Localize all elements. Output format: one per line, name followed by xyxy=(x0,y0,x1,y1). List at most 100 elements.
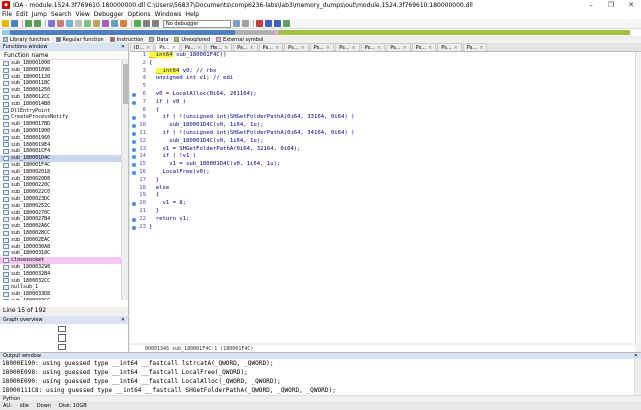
step-over-icon[interactable] xyxy=(274,20,281,27)
view-tab[interactable]: Ps... × xyxy=(233,43,258,51)
tab-close-icon[interactable]: × xyxy=(146,44,150,52)
code-line[interactable]: 17 } xyxy=(130,177,635,185)
code-line[interactable]: 11 if ( !(unsigned int)SHGetFolderPathA(… xyxy=(130,130,635,138)
code-line[interactable]: 6 v0 = LocalAlloc(0i64, 261164); xyxy=(130,91,635,99)
pause-icon[interactable] xyxy=(143,20,150,27)
search-text-icon[interactable] xyxy=(57,20,64,27)
code-line[interactable]: 20 v1 = 8; xyxy=(130,200,635,208)
code-line[interactable]: 23} xyxy=(130,224,635,232)
code-line[interactable]: 22 return v1; xyxy=(130,216,635,224)
tab-close-icon[interactable]: × xyxy=(197,44,201,52)
function-list-item[interactable]: sub_1800032B4 xyxy=(0,271,121,278)
function-list-item[interactable]: sub_180001900 xyxy=(0,128,121,135)
function-list-item[interactable]: nullsub_1 xyxy=(0,284,121,291)
navigation-band[interactable] xyxy=(0,29,641,36)
function-list-item[interactable]: sub_180001120 xyxy=(0,74,121,81)
view-tab[interactable]: Ps... × xyxy=(335,43,360,51)
function-list-item[interactable]: sub_18000252C xyxy=(0,203,121,210)
graph-overview-canvas[interactable] xyxy=(0,324,128,352)
code-line[interactable]: 7 if ( v0 ) xyxy=(130,99,635,107)
tab-close-icon[interactable]: × xyxy=(172,44,176,52)
function-list-item[interactable]: sub_180002BCC xyxy=(0,230,121,237)
function-list-item[interactable]: sub_1800027B4 xyxy=(0,216,121,223)
close-panel-icon[interactable]: ✕ xyxy=(121,316,128,324)
function-list-item[interactable]: sub_180002018 xyxy=(0,169,121,176)
function-list-item[interactable]: sub_1800014B8 xyxy=(0,101,121,108)
menu-debugger[interactable]: Debugger xyxy=(94,11,124,18)
graph-icon[interactable] xyxy=(120,20,127,27)
tab-close-icon[interactable]: × xyxy=(224,44,228,52)
function-list-item[interactable]: sub_180001D4C xyxy=(0,155,121,162)
view-tab[interactable]: Ps... × xyxy=(411,43,437,52)
code-line[interactable]: 14 if ( !v1 ) xyxy=(130,153,635,161)
view-tab[interactable]: Ps... × xyxy=(180,43,206,52)
enum-icon[interactable] xyxy=(111,20,118,27)
code-line[interactable]: 5 xyxy=(130,83,635,91)
code-line[interactable]: 18 else xyxy=(130,185,635,193)
menu-view[interactable]: View xyxy=(76,11,90,18)
code-line[interactable]: 3 __int64 v0; // rbx xyxy=(130,67,635,76)
function-list-item[interactable]: sub_18000220C xyxy=(0,182,121,189)
pseudocode-view[interactable]: 1 __int64 sub_180001F4C() 2{3 __int64 v0; … xyxy=(130,52,641,352)
function-list-item[interactable]: sub_1800032CC xyxy=(0,278,121,285)
function-list-item[interactable]: sub_180001960 xyxy=(0,135,121,142)
function-list-item[interactable]: sub_1800033D8 xyxy=(0,291,121,298)
view-tab[interactable]: Ps... × xyxy=(155,43,180,51)
function-list-item[interactable]: sub_180001000 xyxy=(0,60,121,67)
code-line[interactable]: 1 __int64 sub_180001F4C() xyxy=(130,52,635,60)
function-list-item[interactable]: sub_1800022C0 xyxy=(0,189,121,196)
tab-close-icon[interactable]: × xyxy=(300,44,304,52)
function-list-item[interactable]: sub_180001F4C xyxy=(0,162,121,169)
tab-close-icon[interactable]: × xyxy=(352,44,356,52)
view-tab[interactable]: Ps... × xyxy=(386,43,411,51)
code-line[interactable]: 10 sub_180001D4C(v0, 1i64, 1u); xyxy=(130,122,635,130)
code-line[interactable]: 4 unsigned int v1; // edi xyxy=(130,75,635,83)
settings-icon[interactable] xyxy=(242,20,249,27)
debugger-select[interactable]: No debugger xyxy=(163,19,231,28)
maximize-button[interactable]: ❐ xyxy=(601,1,621,9)
play-icon[interactable] xyxy=(134,20,141,27)
function-list-item[interactable]: closesocket xyxy=(0,257,121,264)
tab-close-icon[interactable]: × xyxy=(403,44,407,52)
function-list-item[interactable]: sub_18000270C xyxy=(0,210,121,217)
highlighted-token[interactable]: __int64 xyxy=(155,67,180,74)
function-list-item[interactable]: sub_180001090 xyxy=(0,67,121,74)
close-button[interactable]: ✕ xyxy=(621,1,641,9)
function-list-item[interactable]: sub_1800011BC xyxy=(0,80,121,87)
search-binary-icon[interactable] xyxy=(66,20,73,27)
function-list-item[interactable]: sub_180003298 xyxy=(0,264,121,271)
run-to-cursor-icon[interactable] xyxy=(283,20,290,27)
menu-jump[interactable]: Jump xyxy=(32,11,47,18)
tab-close-icon[interactable]: × xyxy=(275,44,279,52)
function-list-item[interactable]: sub_1800023DC xyxy=(0,196,121,203)
view-tab[interactable]: Ps... × xyxy=(462,43,488,51)
code-line[interactable]: 13 v1 = SHGetFolderPathA(0i64, 32164, 0i… xyxy=(130,146,635,154)
function-list-item[interactable]: sub_180001250 xyxy=(0,87,121,94)
tab-close-icon[interactable]: × xyxy=(377,44,381,52)
highlighted-token[interactable]: __int64 xyxy=(149,52,173,58)
menu-windows[interactable]: Windows xyxy=(155,11,182,18)
tab-close-icon[interactable]: × xyxy=(428,44,432,52)
breakpoint-icon[interactable] xyxy=(256,20,263,27)
function-name-column-header[interactable]: Function name xyxy=(0,51,128,60)
code-line[interactable]: 16 LocalFree(v0); xyxy=(130,169,635,177)
tab-close-icon[interactable]: × xyxy=(454,44,458,52)
open-file-icon[interactable] xyxy=(2,20,9,27)
menu-help[interactable]: Help xyxy=(185,11,199,18)
menu-edit[interactable]: Edit xyxy=(16,11,28,18)
function-list-scrollbar[interactable] xyxy=(121,60,128,300)
attach-icon[interactable] xyxy=(233,20,240,27)
forward-arrow-icon[interactable] xyxy=(34,20,41,27)
view-tab[interactable]: He... × xyxy=(206,43,233,52)
hex-view-icon[interactable] xyxy=(75,20,82,27)
search-icon[interactable] xyxy=(48,20,55,27)
stop-icon[interactable] xyxy=(152,20,159,27)
tab-close-icon[interactable]: × xyxy=(249,44,253,52)
code-line[interactable]: 12 sub_180001D4C(v0, 1i64, 1u); xyxy=(130,138,635,146)
pseudocode-scrollbar[interactable] xyxy=(635,52,641,343)
code-line[interactable]: 21 } xyxy=(130,208,635,216)
step-into-icon[interactable] xyxy=(265,20,272,27)
function-list-item[interactable]: sub_1800020D8 xyxy=(0,176,121,183)
menu-options[interactable]: Options xyxy=(127,11,150,18)
code-line[interactable]: 8 { xyxy=(130,107,635,115)
